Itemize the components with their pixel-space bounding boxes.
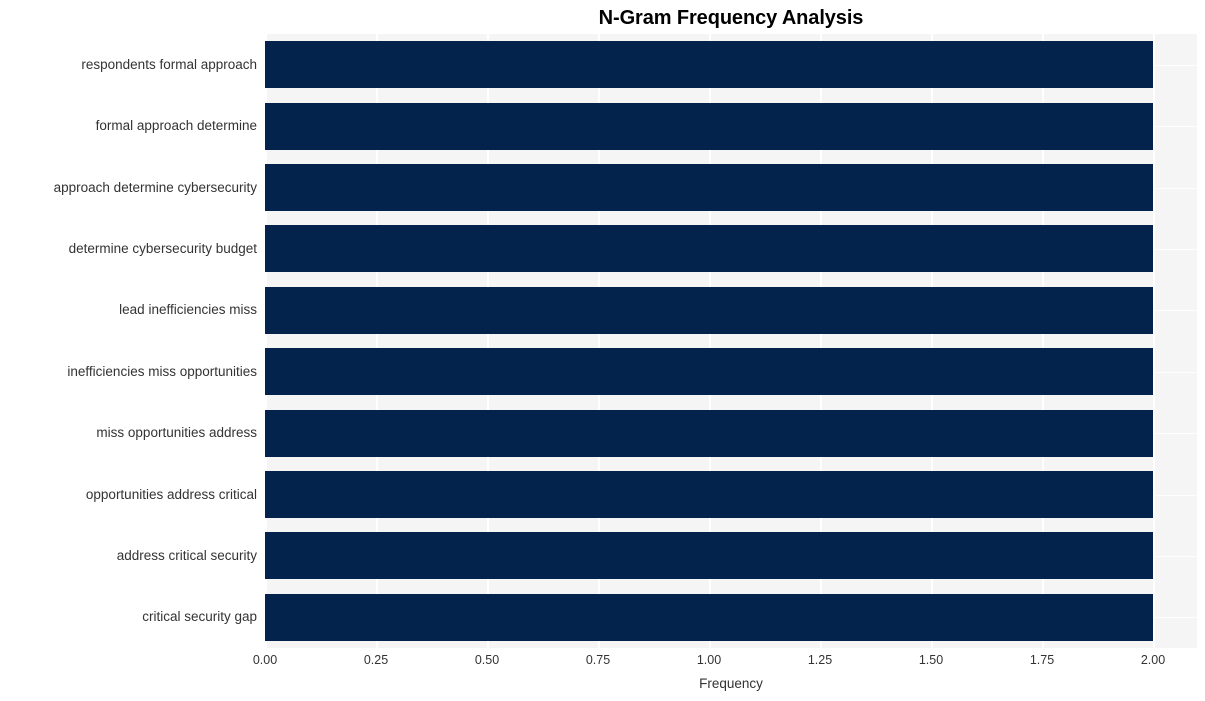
plot-area [265, 34, 1197, 648]
bar[interactable] [265, 471, 1153, 518]
x-axis-tick-label: 1.75 [1029, 653, 1055, 667]
y-axis-tick-label: lead inefficiencies miss [119, 302, 257, 317]
y-axis-tick-label: opportunities address critical [85, 487, 257, 502]
x-axis-tick-label: 0.25 [363, 653, 389, 667]
bar[interactable] [265, 164, 1153, 211]
x-axis-tick-label: 1.25 [807, 653, 833, 667]
vertical-gridline [1153, 34, 1155, 648]
bar[interactable] [265, 594, 1153, 641]
y-axis-tick-label: address critical security [116, 548, 257, 563]
chart-figure: N-Gram Frequency Analysis respondents fo… [0, 0, 1205, 701]
x-axis-tick-label: 2.00 [1140, 653, 1166, 667]
y-axis-tick-label: formal approach determine [95, 118, 257, 133]
x-axis-label: Frequency [699, 676, 763, 691]
y-axis-tick-labels: respondents formal approach formal approa… [0, 34, 257, 648]
y-axis-tick-label: approach determine cybersecurity [53, 180, 257, 195]
x-axis-tick-label: 0.00 [252, 653, 278, 667]
bar[interactable] [265, 348, 1153, 395]
bar[interactable] [265, 410, 1153, 457]
bar[interactable] [265, 41, 1153, 88]
x-axis-tick-label: 0.75 [585, 653, 611, 667]
x-axis-tick-labels: 0.00 0.25 0.50 0.75 1.00 1.25 1.50 1.75 2.00 [253, 652, 1197, 672]
y-axis-tick-label: determine cybersecurity budget [68, 241, 257, 256]
y-axis-tick-label: respondents formal approach [81, 57, 257, 72]
chart-title: N-Gram Frequency Analysis [598, 7, 864, 29]
x-axis-tick-label: 1.00 [696, 653, 722, 667]
y-axis-tick-label: inefficiencies miss opportunities [67, 364, 257, 379]
bar[interactable] [265, 532, 1153, 579]
bar[interactable] [265, 103, 1153, 150]
y-axis-tick-label: critical security gap [142, 609, 257, 624]
bar[interactable] [265, 287, 1153, 334]
x-axis-tick-label: 1.50 [918, 653, 944, 667]
bar[interactable] [265, 225, 1153, 272]
x-axis-tick-label: 0.50 [474, 653, 500, 667]
y-axis-tick-label: miss opportunities address [96, 425, 257, 440]
